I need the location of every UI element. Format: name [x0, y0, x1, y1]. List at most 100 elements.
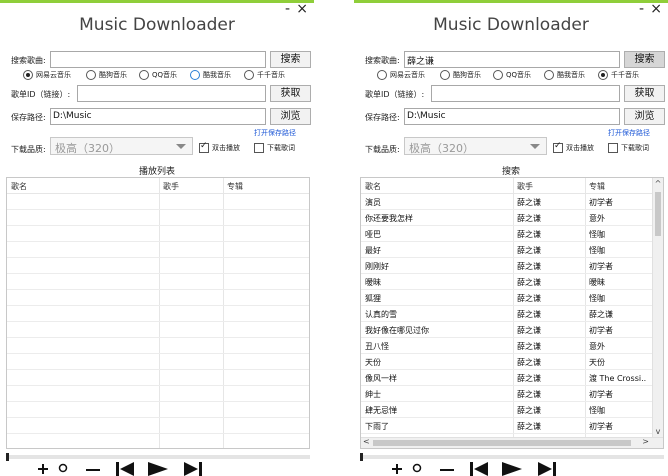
open-save-path-link[interactable]: 打开保存路径 [254, 128, 296, 138]
source-radio-kugou[interactable]: 酷狗音乐 [86, 70, 127, 80]
progress-handle[interactable] [6, 453, 9, 461]
radio-label: 酷我音乐 [203, 71, 231, 79]
scroll-down-icon[interactable]: v [653, 427, 663, 436]
checkbox-label: 双击播放 [212, 144, 240, 152]
empty-table-row [7, 194, 309, 210]
search-input[interactable] [50, 51, 266, 68]
lyrics-icon[interactable] [412, 462, 422, 474]
playback-progress[interactable] [6, 453, 310, 461]
artist-cell: 薛之谦 [517, 214, 541, 223]
quality-select[interactable]: 极高（320） [50, 137, 193, 155]
search-button[interactable]: 搜索 [270, 51, 311, 68]
browse-button[interactable]: 浏览 [270, 108, 311, 125]
table-row[interactable]: 绅士 薛之谦 初学者 [361, 386, 652, 402]
chevron-down-icon [530, 144, 540, 149]
artist-cell: 薛之谦 [517, 358, 541, 367]
save-path-input[interactable]: D:\Music [50, 108, 266, 125]
playlist-id-label: 歌单ID（链接）: [11, 90, 71, 99]
minimize-icon[interactable]: - [639, 2, 644, 16]
add-icon[interactable] [392, 462, 402, 474]
table-row[interactable]: 狐狸 薛之谦 怪咖 [361, 290, 652, 306]
table-row[interactable]: 认真的雪 薛之谦 薛之谦 [361, 306, 652, 322]
lyrics-icon[interactable] [58, 462, 68, 474]
empty-table-row [7, 402, 309, 418]
album-cell: 渡 The Crossi.. [589, 374, 647, 383]
source-radio-qq[interactable]: QQ音乐 [139, 70, 177, 80]
horizontal-scrollbar[interactable]: < > [361, 437, 663, 448]
scroll-up-icon[interactable]: ^ [653, 179, 663, 188]
source-radio-qq[interactable]: QQ音乐 [493, 70, 531, 80]
table-row[interactable]: 演员 薛之谦 初学者 [361, 194, 652, 210]
album-cell: 薛之谦 [589, 310, 613, 319]
radio-indicator [493, 70, 503, 80]
scroll-right-icon[interactable]: > [642, 437, 649, 446]
table-row[interactable]: 像风一样 薛之谦 渡 The Crossi.. [361, 370, 652, 386]
table-row[interactable]: 天份 薛之谦 天份 [361, 354, 652, 370]
checkbox-indicator [553, 141, 563, 153]
vertical-scrollbar[interactable]: ^ v [652, 178, 663, 448]
scroll-left-icon[interactable]: < [363, 437, 370, 446]
playlist-table: 歌名 歌手 专辑 [6, 177, 310, 449]
song-title-cell: 肆无忌惮 [365, 406, 397, 415]
source-radio-qianqian[interactable]: 千千音乐 [598, 70, 639, 80]
fetch-button[interactable]: 获取 [624, 85, 665, 102]
menu-icon[interactable] [86, 462, 100, 474]
playback-progress[interactable] [360, 453, 664, 461]
source-radio-netease[interactable]: 网易云音乐 [377, 70, 425, 80]
table-row[interactable]: 刚刚好 薛之谦 初学者 [361, 258, 652, 274]
column-header-artist[interactable]: 歌手 [517, 181, 533, 192]
source-radio-kuwo[interactable]: 酷我音乐 [544, 70, 585, 80]
artist-cell: 薛之谦 [517, 198, 541, 207]
source-radio-kuwo[interactable]: 酷我音乐 [190, 70, 231, 80]
quality-label: 下载品质: [11, 145, 46, 154]
double-click-play-checkbox[interactable]: 双击播放 [553, 141, 594, 153]
empty-table-row [7, 226, 309, 242]
column-header-artist[interactable]: 歌手 [163, 181, 179, 192]
song-title-cell: 像风一样 [365, 374, 397, 383]
table-row[interactable]: 哑巴 薛之谦 怪咖 [361, 226, 652, 242]
column-header-album[interactable]: 专辑 [589, 181, 605, 192]
playlist-id-input[interactable] [77, 85, 266, 102]
artist-cell: 薛之谦 [517, 262, 541, 271]
checkbox-indicator [608, 143, 618, 153]
download-lyrics-checkbox[interactable]: 下载歌词 [254, 143, 295, 153]
save-path-input[interactable]: D:\Music [404, 108, 620, 125]
table-row[interactable]: 肆无忌惮 薛之谦 怪咖 [361, 402, 652, 418]
horizontal-scroll-thumb[interactable] [373, 440, 631, 446]
double-click-play-checkbox[interactable]: 双击播放 [199, 141, 240, 153]
minimize-icon[interactable]: - [285, 2, 290, 16]
open-save-path-link[interactable]: 打开保存路径 [608, 128, 650, 138]
playlist-id-input[interactable] [431, 85, 620, 102]
quality-select[interactable]: 极高（320） [404, 137, 547, 155]
artist-cell: 薛之谦 [517, 422, 541, 431]
source-radio-netease[interactable]: 网易云音乐 [23, 70, 71, 80]
search-button[interactable]: 搜索 [624, 51, 665, 68]
title-accent-bar [0, 0, 314, 3]
column-header-album[interactable]: 专辑 [227, 181, 243, 192]
vertical-scroll-thumb[interactable] [655, 192, 661, 236]
fetch-button[interactable]: 获取 [270, 85, 311, 102]
app-title: Music Downloader [79, 15, 235, 35]
progress-handle[interactable] [360, 453, 363, 461]
table-row[interactable]: 我好像在哪见过你 薛之谦 初学者 [361, 322, 652, 338]
add-icon[interactable] [38, 462, 48, 474]
radio-indicator [544, 70, 554, 80]
menu-icon[interactable] [440, 462, 454, 474]
source-radio-kugou[interactable]: 酷狗音乐 [440, 70, 481, 80]
table-row[interactable]: 暧昧 薛之谦 暧昧 [361, 274, 652, 290]
table-row[interactable]: 你还要我怎样 薛之谦 意外 [361, 210, 652, 226]
source-radio-qianqian[interactable]: 千千音乐 [244, 70, 285, 80]
empty-table-row [7, 210, 309, 226]
column-header-title[interactable]: 歌名 [11, 181, 27, 192]
checkbox-indicator [254, 143, 264, 153]
artist-cell: 薛之谦 [517, 406, 541, 415]
table-row[interactable]: 丑八怪 薛之谦 意外 [361, 338, 652, 354]
table-row[interactable]: 下雨了 薛之谦 初学者 [361, 418, 652, 434]
search-input[interactable]: 薛之谦 [404, 51, 620, 68]
download-lyrics-checkbox[interactable]: 下载歌词 [608, 143, 649, 153]
column-header-title[interactable]: 歌名 [365, 181, 381, 192]
browse-button[interactable]: 浏览 [624, 108, 665, 125]
close-icon[interactable]: × [296, 2, 308, 16]
table-row[interactable]: 最好 薛之谦 怪咖 [361, 242, 652, 258]
close-icon[interactable]: × [650, 2, 662, 16]
